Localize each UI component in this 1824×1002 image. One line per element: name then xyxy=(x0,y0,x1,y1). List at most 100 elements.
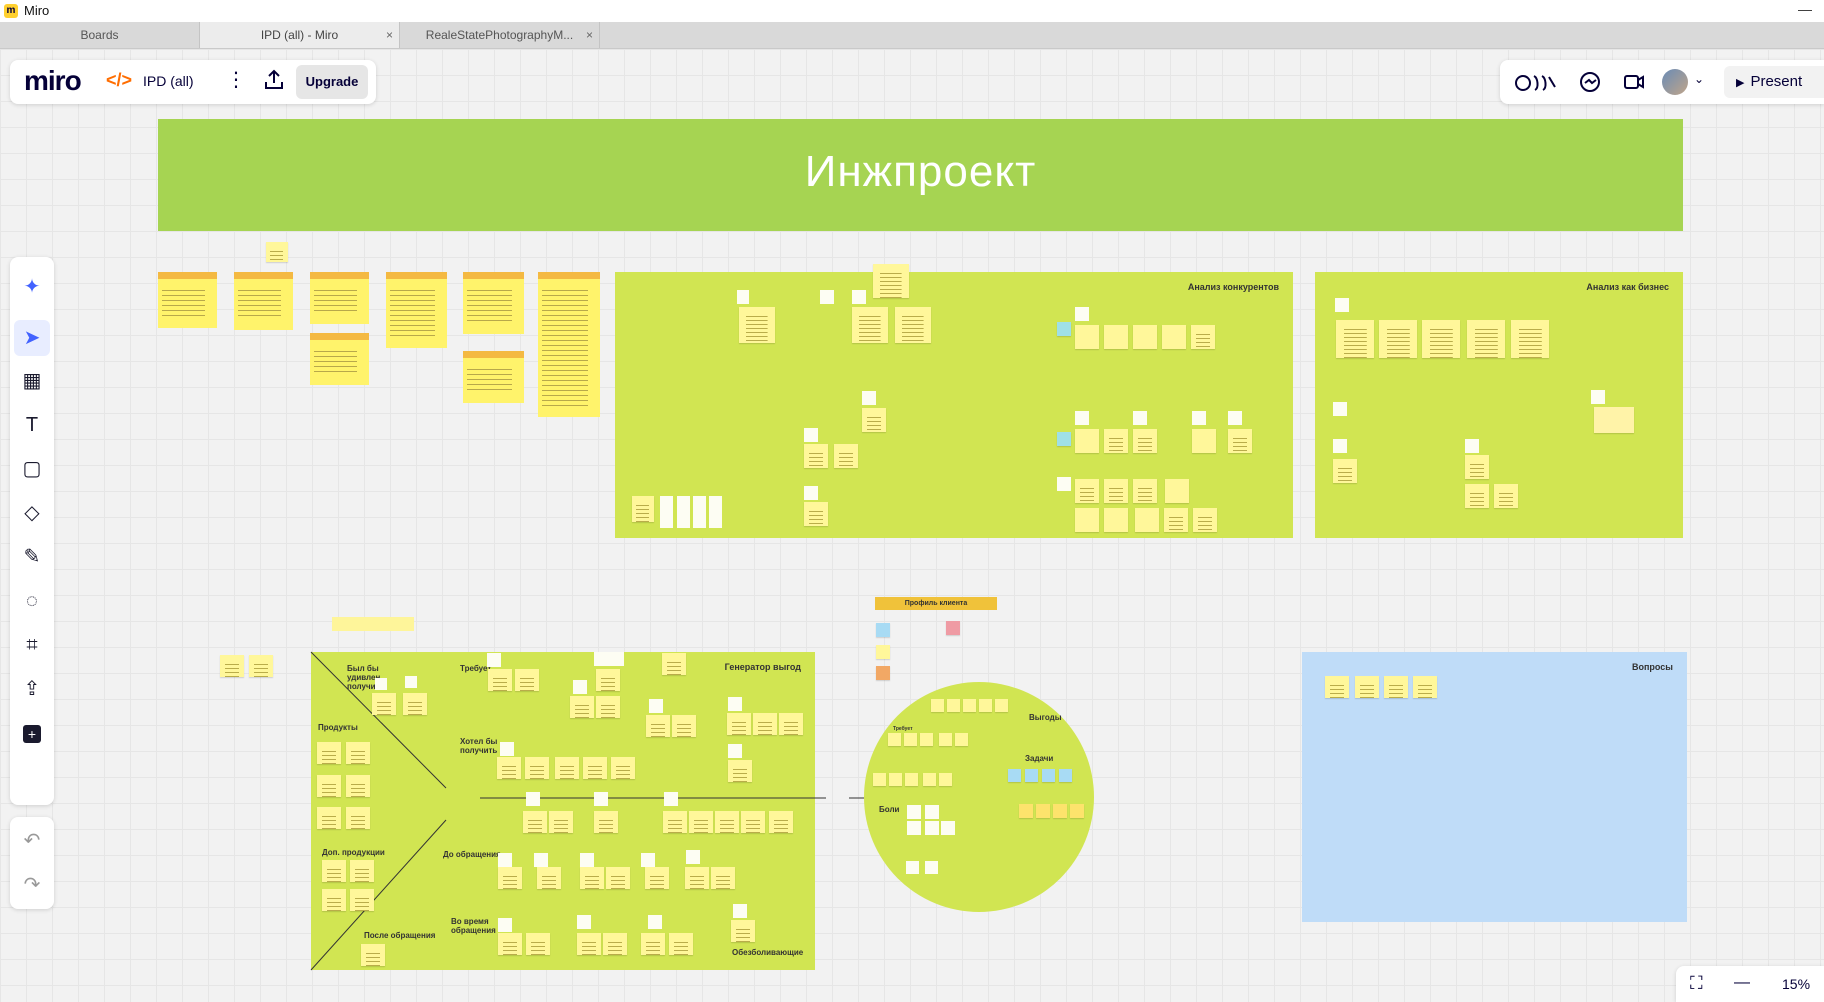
sticky-note[interactable] xyxy=(769,811,793,833)
export-icon[interactable] xyxy=(262,68,286,92)
sticky-note[interactable] xyxy=(753,713,777,735)
sticky-note[interactable] xyxy=(611,757,635,779)
sticky-note[interactable] xyxy=(925,861,938,874)
select-cursor-icon[interactable]: ➤ xyxy=(14,320,50,356)
sticky-note[interactable] xyxy=(686,850,700,864)
sticky-note[interactable] xyxy=(646,715,670,737)
sticky-note[interactable] xyxy=(905,773,918,786)
sticky-note[interactable] xyxy=(606,867,630,889)
sticky-note[interactable] xyxy=(995,699,1008,712)
sticky-note[interactable] xyxy=(904,733,917,746)
miro-logo[interactable]: miro xyxy=(24,65,82,97)
sticky-note[interactable] xyxy=(361,944,385,966)
sticky-note[interactable] xyxy=(979,699,992,712)
sticky-note[interactable] xyxy=(889,773,902,786)
sticky-note[interactable] xyxy=(525,757,549,779)
sticky-note[interactable] xyxy=(526,933,550,955)
sticky-note[interactable] xyxy=(728,744,742,758)
sticky-note[interactable] xyxy=(594,792,608,806)
sticky-note[interactable] xyxy=(555,757,579,779)
sticky-note[interactable] xyxy=(664,792,678,806)
sticky-note[interactable] xyxy=(648,915,662,929)
sticky-note[interactable] xyxy=(645,867,669,889)
sticky-note[interactable] xyxy=(728,760,752,782)
sticky-note[interactable] xyxy=(350,889,374,911)
sticky-note[interactable] xyxy=(515,669,539,691)
sticky-note[interactable] xyxy=(727,713,751,735)
sticky-note[interactable] xyxy=(711,867,735,889)
sticky-note[interactable] xyxy=(596,669,620,691)
sticky-note[interactable] xyxy=(947,699,960,712)
sticky-note[interactable] xyxy=(534,853,548,867)
sticky-note[interactable] xyxy=(583,757,607,779)
more-tools-icon[interactable]: + xyxy=(14,715,50,751)
board-canvas[interactable]: Инжпроект Анализ конкурентов Анализ как … xyxy=(0,49,1824,1002)
sticky-note[interactable] xyxy=(939,773,952,786)
sticky-note[interactable] xyxy=(925,821,939,835)
sticky-note[interactable] xyxy=(1325,676,1349,698)
chevron-down-icon[interactable]: ⌄ xyxy=(1694,72,1704,86)
sticky-note[interactable] xyxy=(955,733,968,746)
sticky-note[interactable] xyxy=(577,933,601,955)
tab-ipd-all[interactable]: IPD (all) - Miro × xyxy=(200,22,400,48)
sticky-note[interactable] xyxy=(931,699,944,712)
sticky-note[interactable] xyxy=(733,904,747,918)
sticky-note[interactable] xyxy=(375,678,387,690)
upgrade-button[interactable]: Upgrade xyxy=(296,65,368,99)
sticky-note[interactable] xyxy=(322,889,346,911)
sticky-note[interactable] xyxy=(907,821,921,835)
redo-icon[interactable]: ↷ xyxy=(14,867,50,903)
sticky-note[interactable] xyxy=(498,918,512,932)
sticky-note[interactable] xyxy=(498,867,522,889)
sticky-note[interactable] xyxy=(317,775,341,797)
sticky-note[interactable] xyxy=(1070,804,1084,818)
sticky-note[interactable] xyxy=(573,680,587,694)
fit-to-screen-icon[interactable]: ⛶ xyxy=(1690,973,1703,994)
sticky-note[interactable] xyxy=(346,807,370,829)
comment-icon[interactable]: ◌ xyxy=(14,583,50,619)
sticky-note[interactable] xyxy=(322,860,346,882)
chat-icon[interactable] xyxy=(1578,70,1602,94)
zoom-out-button[interactable]: — xyxy=(1734,974,1750,992)
undo-icon[interactable]: ↶ xyxy=(14,823,50,859)
sticky-note[interactable] xyxy=(689,811,713,833)
sticky-note[interactable] xyxy=(685,867,709,889)
sticky-note[interactable] xyxy=(669,933,693,955)
sticky-note[interactable] xyxy=(346,742,370,764)
sticky-note[interactable] xyxy=(596,696,620,718)
tab-boards[interactable]: Boards xyxy=(0,22,200,48)
sticky-note[interactable] xyxy=(497,757,521,779)
sticky-note[interactable] xyxy=(923,773,936,786)
sticky-note[interactable] xyxy=(873,773,886,786)
sticky-note[interactable] xyxy=(888,733,901,746)
sticky-note[interactable] xyxy=(526,792,540,806)
sticky-note[interactable] xyxy=(372,693,396,715)
sticky-note[interactable] xyxy=(906,861,919,874)
sticky-note[interactable] xyxy=(663,811,687,833)
sticky-note[interactable] xyxy=(672,715,696,737)
sticky-note[interactable] xyxy=(537,867,561,889)
tab-realestate[interactable]: RealeStatePhotographyM... × xyxy=(400,22,600,48)
sticky-note[interactable] xyxy=(941,821,955,835)
sticky-note[interactable] xyxy=(594,811,618,833)
sticky-note[interactable] xyxy=(523,811,547,833)
sticky-note[interactable] xyxy=(779,713,803,735)
sticky-note[interactable] xyxy=(715,811,739,833)
sticky-note[interactable] xyxy=(1008,769,1021,782)
sticky-note[interactable] xyxy=(1355,676,1379,698)
sticky-note[interactable] xyxy=(350,860,374,882)
frame-icon[interactable]: ⌗ xyxy=(14,627,50,663)
sticky-note[interactable] xyxy=(580,867,604,889)
sticky-note[interactable] xyxy=(731,920,755,942)
video-call-icon[interactable] xyxy=(1622,70,1646,94)
sticky-note-icon[interactable]: ▢ xyxy=(14,451,50,487)
sticky-note[interactable] xyxy=(603,933,627,955)
sticky-note[interactable] xyxy=(403,693,427,715)
templates-icon[interactable]: ▦ xyxy=(14,363,50,399)
sticky-note[interactable] xyxy=(1036,804,1050,818)
more-options-icon[interactable]: ⋮ xyxy=(226,68,246,92)
sticky-note[interactable] xyxy=(641,853,655,867)
sticky-note[interactable] xyxy=(963,699,976,712)
sticky-note[interactable] xyxy=(317,742,341,764)
sticky-note[interactable] xyxy=(920,733,933,746)
